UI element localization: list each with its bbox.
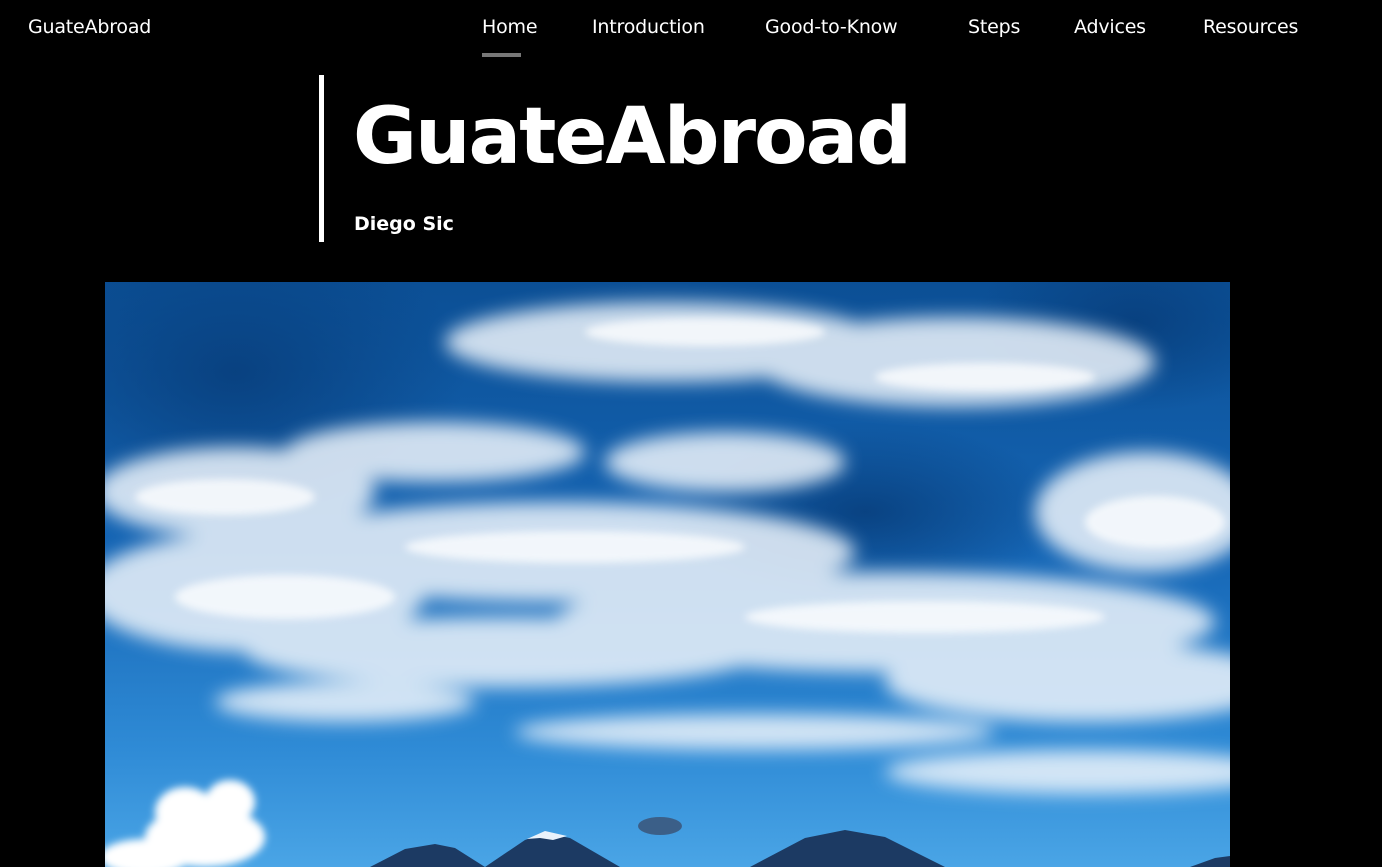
top-navigation-bar: GuateAbroad Home Introduction Good-to-Kn… [0,0,1382,62]
nav-item-resources[interactable]: Resources [1203,16,1298,38]
sky-volcanoes-photo [105,282,1230,867]
nav-item-advices[interactable]: Advices [1074,16,1146,38]
site-logo-link[interactable]: GuateAbroad [28,16,151,38]
page-title: GuateAbroad [353,92,912,182]
nav-item-home[interactable]: Home [482,16,538,57]
author-name: Diego Sic [354,213,454,235]
title-accent-rule [319,75,324,242]
page: GuateAbroad Home Introduction Good-to-Kn… [0,0,1382,867]
nav-item-good-to-know[interactable]: Good-to-Know [765,16,898,38]
hero-title-block: GuateAbroad Diego Sic [319,75,1019,242]
hero-image [105,282,1230,867]
nav-item-introduction[interactable]: Introduction [592,16,705,38]
nav-item-steps[interactable]: Steps [968,16,1020,38]
